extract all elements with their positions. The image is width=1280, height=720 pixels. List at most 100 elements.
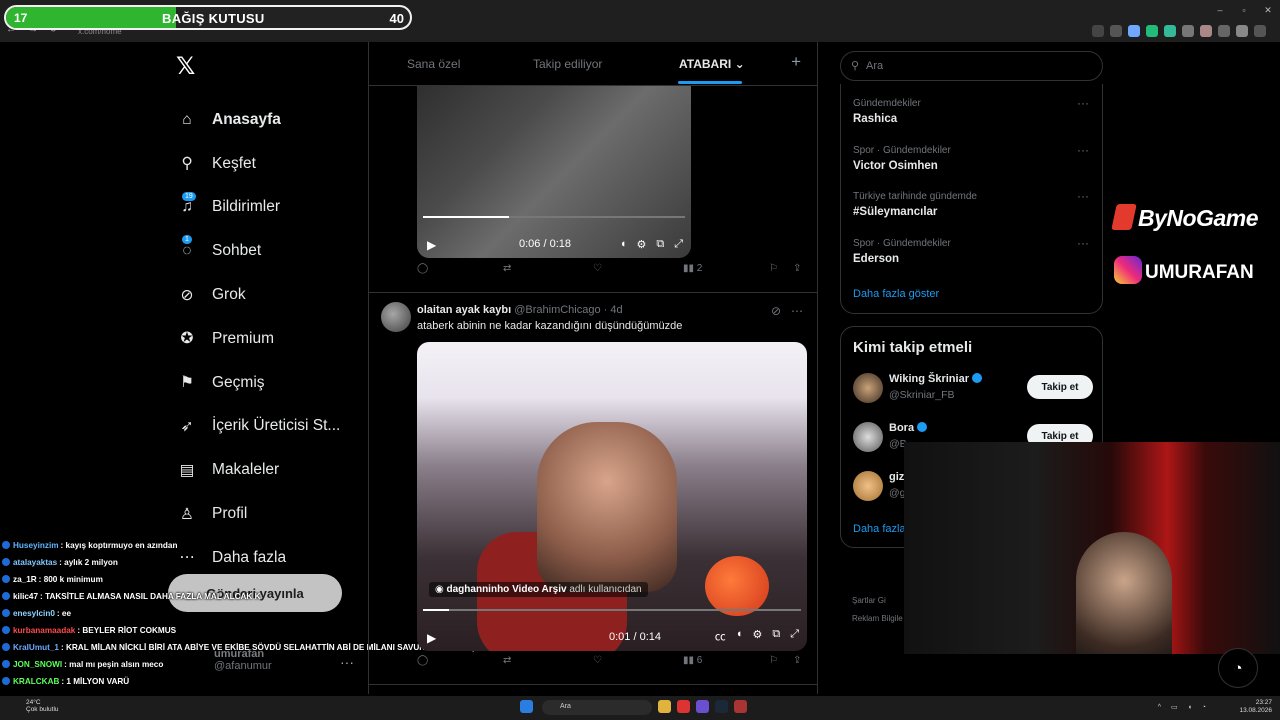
like-icon[interactable]: ♡ <box>593 655 602 666</box>
share-icon[interactable] <box>1110 25 1122 37</box>
trends-show-more[interactable]: Daha fazla göster <box>853 288 939 300</box>
taskbar-search[interactable]: Ara <box>542 700 652 715</box>
tab-for-you[interactable]: Sana özel <box>407 57 460 71</box>
sidebar-item[interactable]: ♙ Profil <box>176 492 340 536</box>
post-handle[interactable]: @BrahimChicago <box>514 304 600 316</box>
bookmark-icon[interactable]: ⚐ <box>769 655 778 666</box>
sidebar-item[interactable]: ✪ Premium <box>176 317 340 361</box>
views-icon[interactable]: ▮▮ 2 <box>683 263 702 274</box>
footer-links[interactable]: Reklam Bilgile <box>852 614 903 623</box>
post-video[interactable]: ▶ 0:06 / 0:18 ◖ ⚙ ⧉ ⤢ <box>417 62 691 258</box>
tab-following[interactable]: Takip ediliyor <box>533 57 602 71</box>
play-icon[interactable]: ▶ <box>427 238 436 252</box>
views-icon[interactable]: ▮▮ 6 <box>683 655 702 666</box>
sidebar-item[interactable]: ⊘ Grok <box>176 273 340 317</box>
extension-icon[interactable] <box>1146 25 1158 37</box>
video-credit[interactable]: ◉ daghanninho Video Arşiv adlı kullanıcı… <box>429 582 648 597</box>
messages-fab-icon[interactable]: ◔ <box>1218 648 1258 688</box>
footer-links[interactable]: Şartlar Gi <box>852 596 886 605</box>
sidebar-item[interactable]: ⌂ Anasayfa <box>176 98 340 142</box>
chat-text: ee <box>61 609 71 618</box>
settings-icon[interactable]: ⚙ <box>752 628 762 644</box>
extension-icon[interactable] <box>1164 25 1176 37</box>
trend-item[interactable]: Spor · Gündemdekiler Victor Osimhen ··· <box>853 143 1089 172</box>
pip-icon[interactable]: ⧉ <box>656 238 664 251</box>
tab-atabari[interactable]: ATABARI ⌄ <box>679 57 745 71</box>
account-menu-icon[interactable]: ··· <box>340 654 354 670</box>
volume-icon[interactable]: ◖ <box>620 238 627 251</box>
steam-icon[interactable] <box>715 700 728 713</box>
discord-icon[interactable] <box>696 700 709 713</box>
sidebar-item[interactable]: ♫ 19 Bildirimler <box>176 186 340 230</box>
sidebar-item[interactable]: ⚑ Geçmiş <box>176 361 340 405</box>
add-tab-icon[interactable]: + <box>791 52 801 72</box>
search-input[interactable]: ⚲ Ara <box>840 51 1103 81</box>
suggestion-name[interactable]: giz <box>889 471 904 483</box>
repost-icon[interactable]: ⇄ <box>503 655 511 666</box>
video-progress-bar[interactable] <box>423 216 685 218</box>
x-logo-icon[interactable]: 𝕏 <box>176 52 195 81</box>
video-time: 0:06 / 0:18 <box>519 238 571 250</box>
close-button[interactable]: ✕ <box>1256 0 1280 20</box>
reply-icon[interactable]: ◯ <box>417 263 428 274</box>
share-icon[interactable]: ⇪ <box>793 263 801 274</box>
trend-item[interactable]: Türkiye tarihinde gündemde #Süleymancılar… <box>853 189 1089 218</box>
post-author[interactable]: olaitan ayak kaybı <box>417 304 511 316</box>
system-tray[interactable]: ^ ▭ ◖ ◔ <box>1158 703 1210 711</box>
suggestion-handle: @Skriniar_FB <box>889 389 955 401</box>
obs-icon[interactable] <box>734 700 747 713</box>
maximize-button[interactable]: ▫ <box>1232 0 1256 20</box>
taskbar: 24°C Çok bulutlu Ara ^ ▭ ◖ ◔ 23:27 13.08… <box>0 696 1280 720</box>
extension-icon[interactable] <box>1182 25 1194 37</box>
sidebar-item[interactable]: ▤ Makaleler <box>176 448 340 492</box>
fullscreen-icon[interactable]: ⤢ <box>790 628 799 644</box>
puzzle-icon[interactable] <box>1218 25 1230 37</box>
trend-item[interactable]: Gündemdekiler Rashica ··· <box>853 96 1089 125</box>
like-icon[interactable]: ♡ <box>593 263 602 274</box>
avatar[interactable] <box>381 302 411 332</box>
post-video[interactable]: ◉ daghanninho Video Arşiv adlı kullanıcı… <box>417 342 807 651</box>
suggestion-name[interactable]: Bora <box>889 422 928 434</box>
avatar[interactable] <box>853 373 883 403</box>
clock[interactable]: 23:27 13.08.2026 <box>1239 699 1272 715</box>
play-icon[interactable]: ▶ <box>427 631 436 645</box>
sidebar-item[interactable]: ⚲ Keşfet <box>176 142 340 186</box>
profile-icon[interactable] <box>1236 25 1248 37</box>
more-icon[interactable]: ··· <box>1077 143 1089 157</box>
grok-icon[interactable]: ⊘ <box>771 304 781 318</box>
chrome-icon[interactable] <box>677 700 690 713</box>
avatar[interactable] <box>853 471 883 501</box>
captions-icon[interactable]: ㏄ <box>715 628 726 644</box>
sidebar-item[interactable]: ➶ İçerik Üreticisi St... <box>176 405 341 449</box>
suggestion-name[interactable]: Wiking Škriniar <box>889 373 982 385</box>
minimize-button[interactable]: – <box>1208 0 1232 20</box>
reply-icon[interactable]: ◯ <box>417 655 428 666</box>
follow-button[interactable]: Takip et <box>1027 375 1093 399</box>
zoom-icon[interactable] <box>1092 25 1104 37</box>
trend-item[interactable]: Spor · Gündemdekiler Ederson ··· <box>853 236 1089 265</box>
windows-start-icon[interactable] <box>520 700 533 713</box>
share-icon[interactable]: ⇪ <box>793 655 801 666</box>
bookmark-icon[interactable]: ⚐ <box>769 263 778 274</box>
pip-icon[interactable]: ⧉ <box>772 628 780 644</box>
volume-icon[interactable]: ◖ <box>736 628 743 644</box>
more-icon[interactable]: ⋯ <box>791 304 803 318</box>
more-icon[interactable]: ··· <box>1077 189 1089 203</box>
post-age[interactable]: 4d <box>610 304 622 316</box>
settings-icon[interactable]: ⚙ <box>636 238 646 251</box>
repost-icon[interactable]: ⇄ <box>503 263 511 274</box>
more-icon[interactable]: ··· <box>1077 236 1089 250</box>
menu-icon[interactable] <box>1254 25 1266 37</box>
sidebar-item[interactable]: ◌ 1 Sohbet <box>176 229 340 273</box>
fullscreen-icon[interactable]: ⤢ <box>674 238 683 251</box>
avatar[interactable] <box>853 422 883 452</box>
file-explorer-icon[interactable] <box>658 700 671 713</box>
video-progress-bar[interactable] <box>423 609 801 611</box>
weather-widget[interactable]: 24°C Çok bulutlu <box>26 699 59 713</box>
more-icon[interactable]: ··· <box>1077 96 1089 110</box>
follow-show-more[interactable]: Daha fazla <box>853 523 906 535</box>
star-icon[interactable] <box>1128 25 1140 37</box>
follow-suggestion[interactable]: Wiking Škriniar @Skriniar_FB Takip et <box>853 373 1093 407</box>
extension-icon[interactable] <box>1200 25 1212 37</box>
chat-message: Huseyinzim: kayış koptırmuyo en azından <box>2 537 342 554</box>
